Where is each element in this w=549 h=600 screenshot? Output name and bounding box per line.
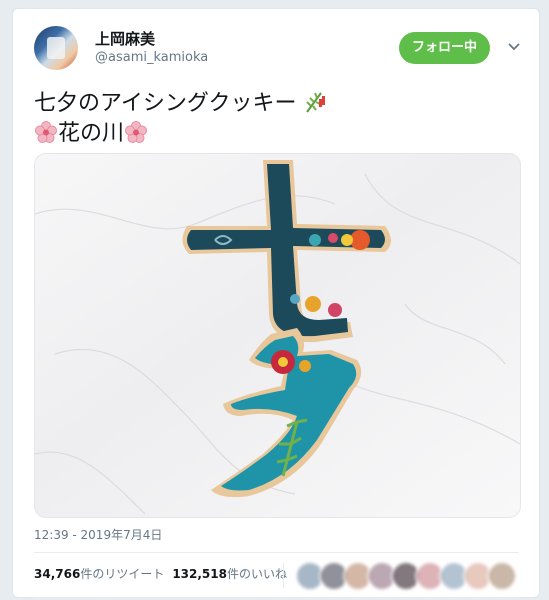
tweet-text-line-2: 花の川 [34,120,148,148]
divider [283,562,284,588]
tweet-stats: 34,766件のリツイート 132,518件のいいね [34,566,295,582]
tweet-text-line-1: 七夕のアイシングクッキー [34,90,327,118]
like-label: 件のいいね [226,567,287,581]
avatar[interactable] [34,26,78,70]
tanabata-cookie-photo [35,160,520,515]
tweet-media-photo[interactable] [34,153,521,518]
like-stat[interactable]: 132,518件のいいね [172,566,287,582]
retweet-stat[interactable]: 34,766件のリツイート [34,566,164,582]
display-name[interactable]: 上岡麻美 [95,30,155,48]
liker-avatars[interactable] [295,561,525,591]
liker-avatar[interactable] [487,561,517,591]
retweet-label: 件のリツイート [80,567,165,581]
following-button[interactable]: フォロー中 [399,32,490,64]
tanabata-tree-icon [306,92,326,113]
retweet-count: 34,766 [34,567,81,581]
divider [34,552,519,553]
tweet-card: 上岡麻美 @asami_kamioka フォロー中 七夕のアイシングクッキー 花… [12,8,540,598]
tweet-timestamp[interactable]: 12:39 - 2019年7月4日 [34,527,162,543]
like-count: 132,518 [172,567,227,581]
chevron-down-icon[interactable] [507,40,521,54]
cherry-blossom-icon [35,121,57,143]
tweet-text-sub: 花の川 [58,121,125,146]
divider [34,597,519,598]
cherry-blossom-icon [125,121,148,143]
tweet-text: 七夕のアイシングクッキー [34,91,297,116]
user-handle[interactable]: @asami_kamioka [95,50,208,66]
